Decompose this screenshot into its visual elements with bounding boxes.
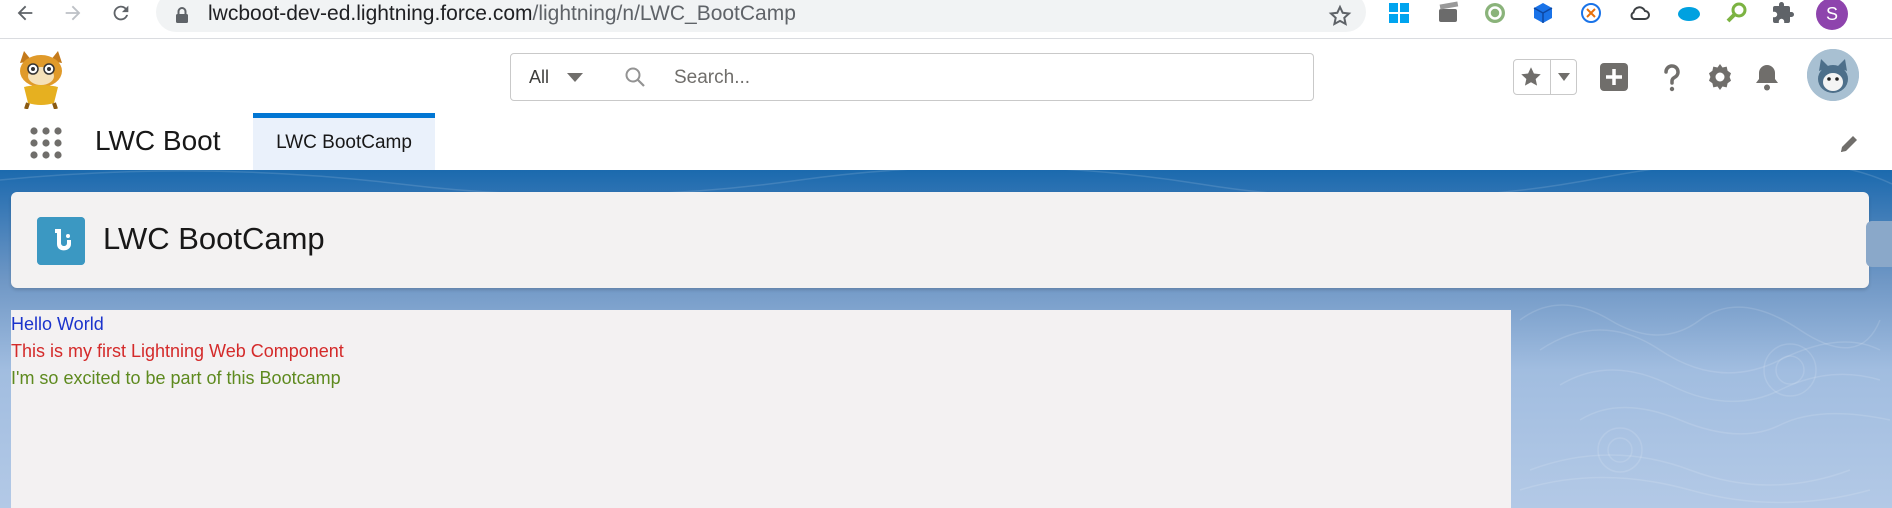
url-path: /lightning/n/LWC_BootCamp: [532, 2, 796, 25]
browser-toolbar: lwcboot-dev-ed.lightning.force.com/light…: [0, 0, 1892, 39]
user-avatar[interactable]: [1807, 49, 1859, 101]
tab-label: LWC BootCamp: [276, 132, 412, 153]
global-header: All: [0, 39, 1892, 113]
global-actions-add-icon[interactable]: [1596, 59, 1632, 95]
app-name: LWC Boot: [95, 125, 221, 156]
clock-icon[interactable]: [1578, 0, 1604, 26]
app-navigation-bar: LWC Boot LWC BootCamp: [0, 113, 1892, 170]
forward-arrow-icon[interactable]: [56, 0, 90, 26]
hello-world-text: Hello World: [11, 314, 104, 334]
page-header: LWC BootCamp: [11, 192, 1869, 288]
favorites-star-icon[interactable]: [1518, 64, 1544, 90]
page-content-area: LWC BootCamp Hello World This is my firs…: [0, 170, 1892, 508]
saxophone-icon: [37, 217, 85, 265]
search-icon: [625, 67, 645, 87]
chevron-down-icon: [567, 73, 583, 82]
bookmark-star-icon[interactable]: [1328, 4, 1352, 28]
help-icon[interactable]: [1654, 59, 1690, 95]
cloud-icon[interactable]: [1626, 0, 1652, 26]
bootcamp-excited-text: I'm so excited to be part of this Bootca…: [11, 368, 341, 388]
astro-avatar-icon: [1807, 49, 1859, 101]
search-input[interactable]: [672, 64, 1276, 92]
favorites-menu-chevron-icon[interactable]: [1558, 73, 1570, 81]
favorites-button-group: [1513, 59, 1577, 95]
gear-icon[interactable]: [1702, 59, 1738, 95]
address-bar[interactable]: lwcboot-dev-ed.lightning.force.com/light…: [156, 0, 1366, 32]
utility-panel-handle[interactable]: [1866, 221, 1892, 267]
pencil-icon[interactable]: [1838, 133, 1860, 155]
page-title: LWC BootCamp: [103, 221, 325, 256]
url-host: lwcboot-dev-ed.lightning.force.com: [208, 2, 533, 25]
sync-icon[interactable]: [1482, 0, 1508, 26]
profile-avatar[interactable]: S: [1816, 0, 1848, 30]
search-scope-dropdown[interactable]: All: [510, 53, 598, 101]
lock-icon: [176, 7, 188, 23]
film-icon[interactable]: [1436, 0, 1462, 26]
salesforce-icon[interactable]: [1676, 0, 1702, 26]
puzzle-icon[interactable]: [1770, 0, 1796, 26]
lwc-component-card: Hello World This is my first Lightning W…: [11, 310, 1511, 508]
divider: [1550, 60, 1551, 94]
cube-icon[interactable]: [1530, 0, 1556, 26]
magnifier-icon[interactable]: [1724, 0, 1750, 26]
first-lwc-text: This is my first Lightning Web Component: [11, 341, 344, 361]
search-scope-label: All: [529, 67, 550, 87]
back-arrow-icon[interactable]: [8, 0, 42, 26]
bell-icon[interactable]: [1749, 59, 1785, 95]
global-search[interactable]: [596, 53, 1314, 101]
url-text: lwcboot-dev-ed.lightning.force.com/light…: [208, 2, 796, 26]
tab-lwc-bootcamp[interactable]: LWC BootCamp: [253, 113, 435, 170]
astro-logo-icon[interactable]: [14, 49, 68, 109]
reload-icon[interactable]: [104, 0, 138, 26]
app-launcher-icon[interactable]: [28, 125, 64, 161]
windows-icon[interactable]: [1386, 0, 1412, 26]
